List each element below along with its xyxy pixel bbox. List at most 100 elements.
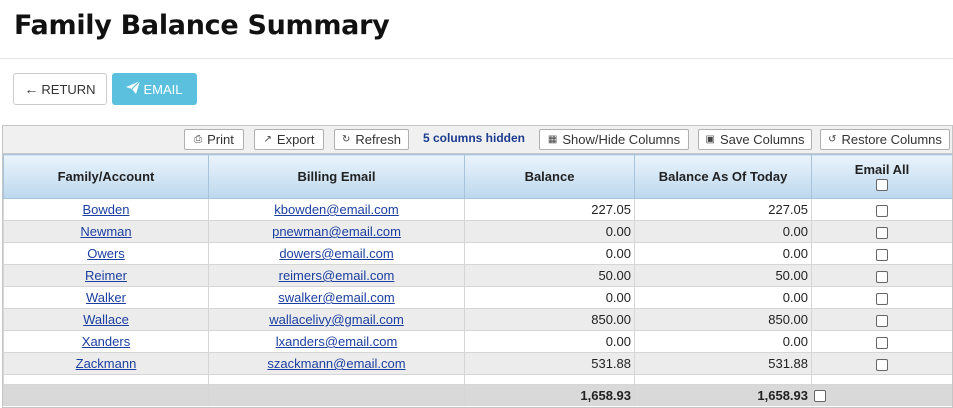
email-row-checkbox[interactable] [876,248,888,261]
balance-table: Family/Account Billing Email Balance Bal… [3,154,952,406]
print-button[interactable]: ⎙ Print [184,129,244,150]
balance-cell: 50.00 [464,264,635,287]
email-checkbox-cell [811,242,952,265]
billing-email-link[interactable]: lxanders@email.com [276,334,398,349]
totals-row: 1,658.93 1,658.93 [3,384,952,406]
refresh-button[interactable]: ↻ Refresh [334,129,409,150]
show-hide-columns-button[interactable]: ▦ Show/Hide Columns [539,129,689,150]
email-checkbox-cell [811,352,952,375]
column-header-billing-email[interactable]: Billing Email [208,154,465,199]
table-row: Zackmann szackmann@email.com 531.88 531.88 [3,352,952,375]
billing-email-link[interactable]: wallacelivy@gmail.com [269,312,404,327]
column-header-family[interactable]: Family/Account [3,154,209,199]
balance-cell: 0.00 [464,220,635,243]
email-row-checkbox[interactable] [876,226,888,239]
email-all-label: Email All [854,161,910,177]
grid-toolbar: ⎙ Print ↗ Export ↻ Refresh 5 columns hid… [3,126,952,154]
email-cell: szackmann@email.com [208,352,465,375]
email-cell: dowers@email.com [208,242,465,265]
email-cell: wallacelivy@gmail.com [208,308,465,331]
family-cell: Xanders [3,330,209,353]
email-button[interactable]: EMAIL [112,73,197,105]
balance-today-cell: 0.00 [634,220,812,243]
balance-grid: ⎙ Print ↗ Export ↻ Refresh 5 columns hid… [2,125,953,408]
family-cell: Walker [3,286,209,309]
family-link[interactable]: Walker [86,290,126,305]
balance-today-cell: 531.88 [634,352,812,375]
save-columns-button[interactable]: ▣ Save Columns [698,129,812,150]
balance-cell: 850.00 [464,308,635,331]
printer-icon: ⎙ [194,134,203,145]
title-divider [0,58,953,59]
balance-today-cell: 0.00 [634,242,812,265]
page-title: Family Balance Summary [14,10,390,41]
email-cell: lxanders@email.com [208,330,465,353]
spacer-row [3,374,952,385]
family-link[interactable]: Xanders [82,334,130,349]
balance-cell: 0.00 [464,330,635,353]
email-row-checkbox[interactable] [876,358,888,371]
billing-email-link[interactable]: szackmann@email.com [267,356,405,371]
billing-email-link[interactable]: pnewman@email.com [272,224,401,239]
balance-cell: 0.00 [464,242,635,265]
column-header-balance[interactable]: Balance [464,154,635,199]
total-empty-cell [208,384,465,406]
email-cell: pnewman@email.com [208,220,465,243]
total-checkbox[interactable] [814,390,826,403]
family-link[interactable]: Wallace [83,312,129,327]
billing-email-link[interactable]: swalker@email.com [278,290,395,305]
family-link[interactable]: Newman [80,224,131,239]
table-header-row: Family/Account Billing Email Balance Bal… [3,154,952,199]
family-link[interactable]: Zackmann [76,356,137,371]
family-cell: Zackmann [3,352,209,375]
email-row-checkbox[interactable] [876,336,888,349]
total-balance: 1,658.93 [464,384,635,406]
total-checkbox-cell [811,384,952,406]
column-header-email-all: Email All [811,154,952,199]
table-row: Bowden kbowden@email.com 227.05 227.05 [3,198,952,221]
billing-email-link[interactable]: kbowden@email.com [274,202,398,217]
paper-plane-icon [126,80,141,97]
email-row-checkbox[interactable] [876,292,888,305]
table-row: Xanders lxanders@email.com 0.00 0.00 [3,330,952,353]
balance-today-cell: 850.00 [634,308,812,331]
family-link[interactable]: Owers [87,246,125,261]
family-link[interactable]: Bowden [83,202,130,217]
refresh-icon: ↻ [342,134,351,145]
balance-today-cell: 227.05 [634,198,812,221]
table-row: Walker swalker@email.com 0.00 0.00 [3,286,952,309]
restore-columns-label: Restore Columns [841,132,942,147]
email-row-checkbox[interactable] [876,314,888,327]
email-row-checkbox[interactable] [876,204,888,217]
email-row-checkbox[interactable] [876,270,888,283]
balance-cell: 227.05 [464,198,635,221]
billing-email-link[interactable]: dowers@email.com [279,246,393,261]
email-checkbox-cell [811,286,952,309]
family-cell: Newman [3,220,209,243]
family-link[interactable]: Reimer [85,268,127,283]
refresh-label: Refresh [355,132,401,147]
table-row: Wallace wallacelivy@gmail.com 850.00 850.00 [3,308,952,331]
email-cell: swalker@email.com [208,286,465,309]
balance-cell: 0.00 [464,286,635,309]
undo-icon: ↺ [828,134,837,145]
return-button-label: RETURN [41,81,96,97]
column-header-balance-today[interactable]: Balance As Of Today [634,154,812,199]
hidden-columns-note: 5 columns hidden [423,131,526,145]
email-checkbox-cell [811,330,952,353]
return-button[interactable]: ← RETURN [13,73,107,105]
billing-email-link[interactable]: reimers@email.com [279,268,395,283]
restore-columns-button[interactable]: ↺ Restore Columns [820,129,950,150]
export-button[interactable]: ↗ Export [254,129,324,150]
email-button-label: EMAIL [143,81,183,97]
email-checkbox-cell [811,264,952,287]
table-row: Newman pnewman@email.com 0.00 0.00 [3,220,952,243]
export-label: Export [276,132,315,147]
save-icon: ▣ [705,134,715,145]
total-empty-cell [3,384,209,406]
external-link-icon: ↗ [263,134,272,145]
show-hide-columns-label: Show/Hide Columns [562,132,681,147]
email-all-checkbox[interactable] [876,179,888,192]
email-checkbox-cell [811,198,952,221]
save-columns-label: Save Columns [719,132,805,147]
